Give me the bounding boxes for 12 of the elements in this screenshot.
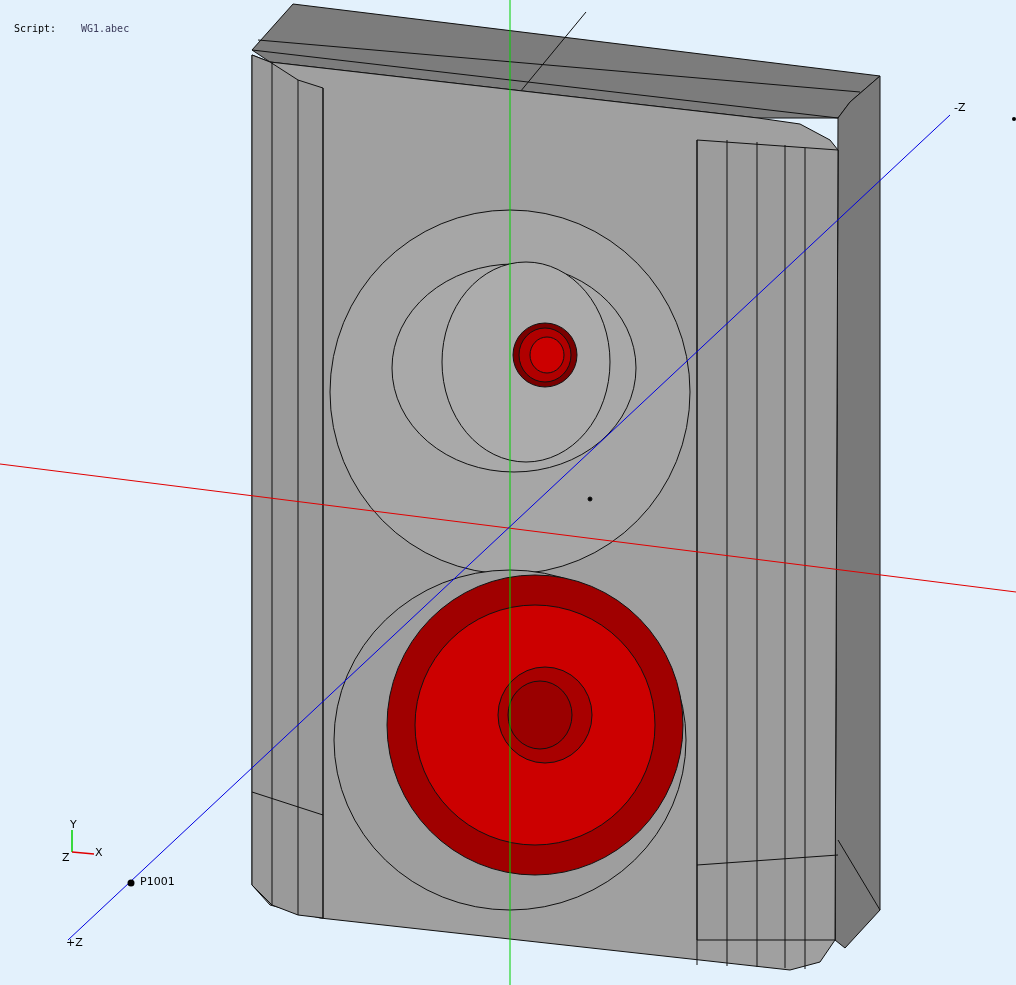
script-label: Script: <box>14 23 57 34</box>
triad-y-label: Y <box>70 818 77 831</box>
point-label: P1001 <box>140 875 175 888</box>
triad-z-label: Z <box>62 851 70 864</box>
point-marker-icon <box>1012 117 1016 121</box>
script-filename: WG1.abec <box>81 23 130 34</box>
triad-x-label: X <box>95 846 103 859</box>
triad-y-axis-line <box>71 829 73 853</box>
triad-x-axis-line <box>71 851 95 855</box>
point-marker-icon <box>127 879 135 887</box>
positive-z-axis-label: +Z <box>66 936 83 949</box>
negative-z-axis-label: -Z <box>954 101 966 114</box>
